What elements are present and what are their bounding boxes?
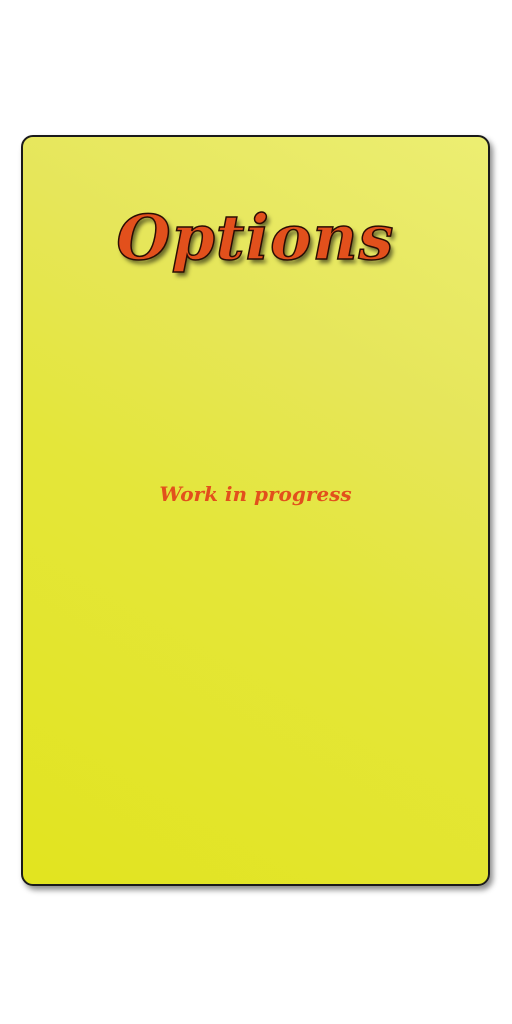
options-title: Options — [116, 201, 395, 274]
work-in-progress-label: Work in progress — [159, 482, 352, 506]
options-panel: Options Work in progress — [21, 135, 490, 886]
